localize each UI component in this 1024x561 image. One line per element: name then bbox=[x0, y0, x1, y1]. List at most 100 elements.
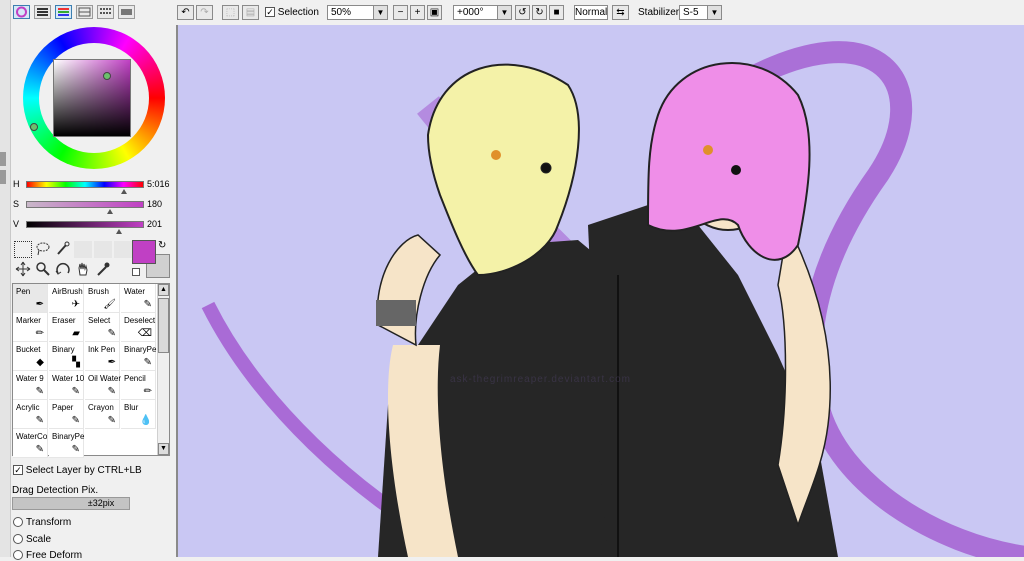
invert-selection-icon[interactable]: ▤ bbox=[242, 5, 259, 20]
hsv-sliders-icon[interactable] bbox=[55, 5, 72, 19]
slider-thumb-h[interactable] bbox=[120, 189, 127, 194]
redo-icon[interactable]: ↷ bbox=[196, 5, 213, 20]
select-layer-label: Select Layer by CTRL+LB bbox=[25, 465, 142, 476]
marquee-icon[interactable] bbox=[14, 241, 32, 258]
blend-mode-value: Normal bbox=[575, 7, 608, 18]
collapse-handle[interactable] bbox=[0, 170, 6, 184]
brush-binarype[interactable]: BinaryPe ✎ bbox=[121, 342, 156, 371]
brush-marker[interactable]: Marker ✏ bbox=[13, 313, 48, 342]
brush-ink-pen[interactable]: Ink Pen ✒ bbox=[85, 342, 120, 371]
selection-checkbox[interactable]: ✓ bbox=[265, 7, 275, 18]
reset-colors-icon[interactable] bbox=[132, 268, 140, 276]
brush-airbrush[interactable]: AirBrush ✈ bbox=[49, 284, 84, 313]
brush-binary[interactable]: Binary ▚ bbox=[49, 342, 84, 371]
undo-icon[interactable]: ↶ bbox=[177, 5, 194, 20]
slider-v[interactable] bbox=[26, 221, 144, 228]
deselect-icon[interactable]: ⬚ bbox=[222, 5, 239, 20]
tool-slot-empty bbox=[94, 241, 112, 258]
magic-wand-icon[interactable] bbox=[54, 240, 72, 257]
drag-detection-slider[interactable]: ±32pix bbox=[12, 497, 130, 510]
scroll-thumb[interactable] bbox=[158, 298, 169, 353]
brush-water-9[interactable]: Water 9 ✎ bbox=[13, 371, 48, 400]
transform-radio[interactable] bbox=[13, 517, 23, 528]
slider-value-s[interactable]: 180 bbox=[147, 199, 162, 209]
slider-value-h[interactable]: 5:016 bbox=[147, 179, 170, 189]
zoom-out-icon[interactable]: − bbox=[393, 5, 408, 20]
brush-water[interactable]: Water ✎ bbox=[121, 284, 156, 313]
slider-value-v[interactable]: 201 bbox=[147, 219, 162, 229]
brush-panel-scrollbar[interactable]: ▲ ▼ bbox=[157, 284, 169, 455]
brush-acrylic[interactable]: Acrylic ✎ bbox=[13, 400, 48, 429]
zoom-in-icon[interactable]: + bbox=[410, 5, 425, 20]
water-icon: ✎ bbox=[71, 386, 80, 397]
scroll-up-icon[interactable]: ▲ bbox=[158, 284, 169, 296]
scale-radio[interactable] bbox=[13, 534, 23, 545]
lasso-icon[interactable] bbox=[34, 240, 52, 257]
free-deform-option[interactable]: Free Deform bbox=[13, 550, 82, 561]
select-layer-option[interactable]: ✓ Select Layer by CTRL+LB bbox=[13, 465, 142, 476]
brush-crayon[interactable]: Crayon ✎ bbox=[85, 400, 120, 429]
rotation-combo[interactable]: +000° ▼ bbox=[453, 5, 512, 20]
zoom-icon[interactable] bbox=[34, 261, 52, 278]
brush-deselect[interactable]: Deselect ⌫ bbox=[121, 313, 156, 342]
brush-blur[interactable]: Blur 💧 bbox=[121, 400, 156, 429]
slider-s[interactable] bbox=[26, 201, 144, 208]
brush-select[interactable]: Select ✎ bbox=[85, 313, 120, 342]
brush-label: Paper bbox=[52, 403, 74, 412]
brush-binarype[interactable]: BinaryPe ✎ bbox=[49, 429, 84, 458]
drawing-canvas[interactable]: ask-thegrimreaper.deviantart.com bbox=[176, 25, 1024, 557]
tool-slot-empty bbox=[114, 241, 132, 258]
brush-oil-water[interactable]: Oil Water ✎ bbox=[85, 371, 121, 400]
scroll-down-icon[interactable]: ▼ bbox=[158, 443, 169, 455]
slider-h[interactable] bbox=[26, 181, 144, 188]
brush-paper[interactable]: Paper ✎ bbox=[49, 400, 84, 429]
swap-colors-icon[interactable]: ↻ bbox=[158, 240, 166, 251]
rotate-reset-icon[interactable]: ■ bbox=[549, 5, 564, 20]
brush-waterco[interactable]: WaterCo ✎ bbox=[13, 429, 48, 458]
slider-thumb-s[interactable] bbox=[106, 209, 113, 214]
chevron-down-icon[interactable]: ▼ bbox=[497, 6, 511, 19]
transform-option[interactable]: Transform bbox=[13, 517, 71, 528]
selection-toggle[interactable]: ✓ Selection bbox=[265, 7, 319, 18]
collapse-handle[interactable] bbox=[0, 152, 6, 166]
eyedropper-icon[interactable] bbox=[94, 261, 112, 278]
zoom-combo[interactable]: 50% ▼ bbox=[327, 5, 388, 20]
rotate-left-icon[interactable]: ↺ bbox=[515, 5, 530, 20]
ink-pen-icon: ✒ bbox=[107, 357, 116, 368]
brush-brush[interactable]: Brush 🖌 bbox=[85, 284, 120, 313]
color-wheel-icon[interactable] bbox=[13, 5, 30, 19]
hand-icon[interactable] bbox=[74, 261, 92, 278]
brush-label: Blur bbox=[124, 403, 139, 412]
chevron-down-icon[interactable]: ▼ bbox=[373, 6, 387, 19]
select-layer-checkbox[interactable]: ✓ bbox=[13, 465, 23, 476]
sv-picker-handle[interactable] bbox=[103, 72, 111, 80]
scale-option[interactable]: Scale bbox=[13, 534, 51, 545]
rotate-icon[interactable] bbox=[54, 261, 72, 278]
free-deform-radio[interactable] bbox=[13, 550, 23, 561]
flip-horizontal-icon[interactable]: ⇆ bbox=[612, 5, 629, 20]
stabilizer-combo[interactable]: S-5 ▼ bbox=[679, 5, 722, 20]
rotation-value: +000° bbox=[457, 7, 484, 18]
blend-mode-button[interactable]: Normal bbox=[574, 5, 608, 20]
brush-pencil[interactable]: Pencil ✏ bbox=[121, 371, 156, 400]
scratchpad-icon[interactable] bbox=[118, 5, 135, 19]
foreground-color-swatch[interactable] bbox=[132, 240, 156, 264]
brush-label: BinaryPe bbox=[124, 345, 157, 354]
zoom-reset-icon[interactable]: ▣ bbox=[427, 5, 442, 20]
chevron-down-icon[interactable]: ▼ bbox=[707, 6, 721, 19]
brush-bucket[interactable]: Bucket ◆ bbox=[13, 342, 48, 371]
panel-collapse-strip[interactable] bbox=[0, 0, 11, 557]
brush-pen[interactable]: Pen ✒ bbox=[13, 284, 48, 313]
brush-water-10[interactable]: Water 10 ✎ bbox=[49, 371, 84, 400]
binary-pen-icon: ✎ bbox=[143, 357, 152, 368]
hue-picker-handle[interactable] bbox=[30, 123, 38, 131]
swatches-icon[interactable] bbox=[97, 5, 114, 19]
slider-thumb-v[interactable] bbox=[116, 229, 123, 234]
rgb-sliders-icon[interactable] bbox=[34, 5, 51, 19]
move-icon[interactable] bbox=[14, 261, 32, 278]
rotate-right-icon[interactable]: ↻ bbox=[532, 5, 547, 20]
brush-eraser[interactable]: Eraser ▰ bbox=[49, 313, 84, 342]
palette-icon[interactable] bbox=[76, 5, 93, 19]
saturation-value-square[interactable] bbox=[53, 59, 131, 137]
watercolor-icon: ✎ bbox=[35, 444, 44, 455]
